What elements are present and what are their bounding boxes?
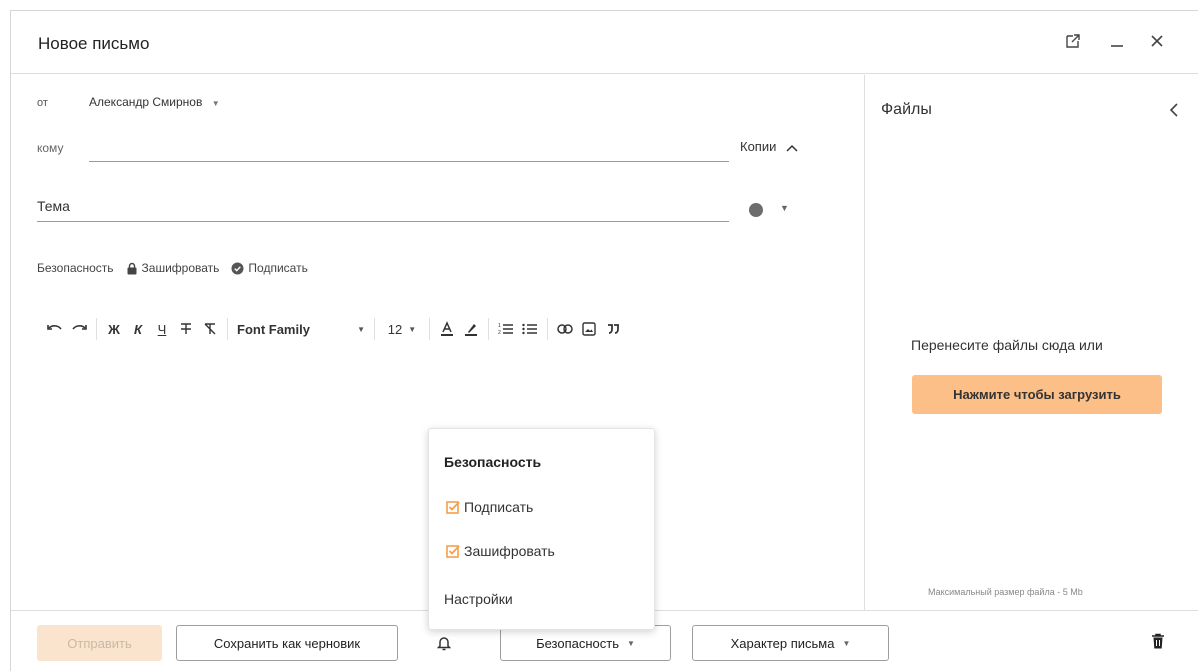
chevron-up-icon [786, 144, 798, 152]
checkbox-checked-icon [446, 545, 460, 558]
character-dropdown-label: Характер письма [730, 635, 835, 651]
image-icon[interactable] [577, 317, 601, 341]
character-dropdown[interactable]: Характер письма ▼ [692, 625, 889, 661]
copies-label: Копии [740, 139, 777, 154]
subject-input[interactable] [37, 190, 729, 222]
from-selector[interactable]: Александр Смирнов ▼ [89, 95, 220, 109]
text-color-icon[interactable] [435, 317, 459, 341]
open-external-icon[interactable] [1061, 29, 1085, 53]
trash-icon[interactable] [1151, 633, 1165, 655]
editor-toolbar: Ж К Ч Font Family ▼ 12 ▼ 1 2 [43, 317, 625, 341]
to-label: кому [37, 141, 64, 155]
redo-icon[interactable] [67, 317, 91, 341]
popup-settings-item[interactable]: Настройки [444, 591, 513, 607]
svg-text:1: 1 [498, 323, 501, 329]
max-size-note: Максимальный размер файла - 5 Mb [928, 587, 1083, 597]
underline-button[interactable]: Ч [150, 317, 174, 341]
caret-down-icon: ▼ [357, 324, 365, 334]
font-family-label: Font Family [237, 321, 310, 337]
popup-title: Безопасность [444, 454, 542, 470]
bold-button[interactable]: Ж [102, 317, 126, 341]
popup-sign-item[interactable]: Подписать [446, 499, 533, 515]
encrypt-option[interactable]: Зашифровать [126, 261, 220, 275]
ordered-list-icon[interactable]: 12 [494, 317, 518, 341]
chevron-left-icon[interactable] [1169, 103, 1179, 122]
security-popup: Безопасность Подписать Зашифровать Настр… [428, 428, 655, 630]
strikethrough-icon[interactable] [174, 317, 198, 341]
toolbar-divider [429, 318, 430, 340]
files-panel: Файлы Перенесите файлы сюда или Нажмите … [864, 75, 1198, 610]
lock-icon [127, 262, 137, 274]
send-button[interactable]: Отправить [37, 625, 162, 661]
popup-encrypt-item[interactable]: Зашифровать [446, 543, 555, 559]
close-icon[interactable] [1145, 29, 1169, 53]
caret-down-icon: ▼ [627, 638, 635, 648]
popup-sign-label: Подписать [464, 499, 534, 515]
verified-badge-icon [231, 262, 244, 274]
to-input[interactable] [89, 133, 729, 162]
color-caret-icon[interactable]: ▼ [780, 203, 789, 213]
undo-icon[interactable] [43, 317, 67, 341]
toolbar-divider [547, 318, 548, 340]
font-family-select[interactable]: Font Family ▼ [233, 317, 369, 341]
toolbar-divider [488, 318, 489, 340]
popup-encrypt-label: Зашифровать [464, 543, 555, 559]
upload-button[interactable]: Нажмите чтобы загрузить [912, 375, 1162, 414]
security-label: Безопасность [37, 261, 114, 275]
drop-text: Перенесите файлы сюда или [911, 337, 1103, 353]
sign-label: Подписать [248, 261, 308, 275]
caret-down-icon: ▼ [408, 324, 417, 334]
checkbox-checked-icon [446, 501, 460, 514]
font-size-label: 12 [387, 321, 403, 337]
svg-text:2: 2 [498, 330, 501, 336]
toolbar-divider [227, 318, 228, 340]
security-dropdown-label: Безопасность [536, 635, 619, 651]
encrypt-label: Зашифровать [141, 261, 220, 275]
files-title: Файлы [881, 101, 932, 118]
link-icon[interactable] [553, 317, 577, 341]
bullet-list-icon[interactable] [518, 317, 542, 341]
sign-option[interactable]: Подписать [231, 261, 308, 275]
window-title: Новое письмо [38, 34, 150, 53]
copies-toggle[interactable]: Копии [740, 139, 798, 154]
quote-icon[interactable] [601, 317, 625, 341]
bell-icon[interactable] [436, 635, 452, 656]
caret-down-icon: ▼ [211, 99, 220, 108]
security-dropdown[interactable]: Безопасность ▼ [500, 625, 671, 661]
security-row: Безопасность Зашифровать Подписать [37, 261, 308, 275]
highlight-icon[interactable] [459, 317, 483, 341]
font-size-select[interactable]: 12 ▼ [380, 317, 424, 341]
toolbar-divider [374, 318, 375, 340]
window-header: Новое письмо [11, 11, 1198, 74]
from-value: Александр Смирнов [89, 95, 203, 109]
from-label: от [37, 97, 48, 109]
minimize-icon[interactable] [1105, 29, 1129, 53]
caret-down-icon: ▼ [842, 638, 851, 648]
italic-button[interactable]: К [126, 317, 150, 341]
clear-format-icon[interactable] [198, 317, 222, 341]
toolbar-divider [96, 318, 97, 340]
color-marker[interactable] [749, 203, 763, 217]
save-draft-button[interactable]: Сохранить как черновик [176, 625, 398, 661]
